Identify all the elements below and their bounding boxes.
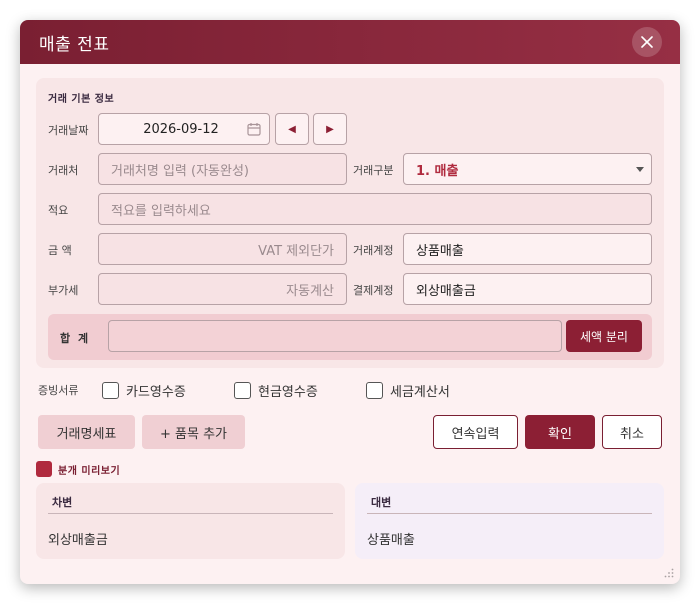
cash-receipt-checkbox[interactable]: 현금영수증 <box>234 381 318 400</box>
basic-info-panel: 거래 기본 정보 거래날짜 2026-09-12 ◀ ▶ 거래처 거래처명 입력… <box>36 78 664 368</box>
dialog-title: 매출 전표 <box>39 34 110 55</box>
continuous-input-button[interactable]: 연속입력 <box>433 415 518 449</box>
account-field[interactable]: 상품매출 <box>403 233 652 265</box>
account-label: 거래계정 <box>353 244 394 257</box>
partner-label: 거래처 <box>48 164 79 177</box>
total-input[interactable] <box>108 320 562 352</box>
checkbox-checked-icon <box>36 461 52 477</box>
type-select-value: 1. 매출 <box>416 163 459 179</box>
journal-preview-toggle[interactable]: 분개 미리보기 <box>36 461 120 477</box>
close-icon <box>641 36 653 48</box>
amount-label: 금 액 <box>48 244 72 257</box>
date-value: 2026-09-12 <box>143 121 219 137</box>
prev-date-button[interactable]: ◀ <box>275 113 309 145</box>
title-bar: 매출 전표 <box>20 20 680 64</box>
total-row: 합 계 세액 분리 <box>48 314 652 360</box>
next-date-button[interactable]: ▶ <box>313 113 347 145</box>
type-label: 거래구분 <box>353 164 394 177</box>
calendar-icon[interactable] <box>247 122 261 136</box>
triangle-right-icon: ▶ <box>326 123 334 135</box>
payment-label: 결제계정 <box>353 284 394 297</box>
card-receipt-checkbox[interactable]: 카드영수증 <box>102 381 186 400</box>
date-field[interactable]: 2026-09-12 <box>98 113 270 145</box>
cancel-button[interactable]: 취소 <box>602 415 662 449</box>
confirm-button[interactable]: 확인 <box>525 415 595 449</box>
checkbox-label: 현금영수증 <box>258 385 318 400</box>
close-button[interactable] <box>632 27 662 57</box>
total-label: 합 계 <box>60 332 91 345</box>
checkbox-icon <box>234 382 251 399</box>
amount-input[interactable]: VAT 제외단가 <box>98 233 347 265</box>
checkbox-label: 카드영수증 <box>126 385 186 400</box>
statement-button[interactable]: 거래명세표 <box>38 415 135 449</box>
divider <box>367 513 652 514</box>
add-item-button[interactable]: + 품목 추가 <box>142 415 245 449</box>
type-select[interactable]: 1. 매출 <box>403 153 652 185</box>
resize-grip-icon[interactable] <box>664 568 674 578</box>
credit-value: 상품매출 <box>367 533 415 548</box>
checkbox-label: 세금계산서 <box>390 385 450 400</box>
section-title: 거래 기본 정보 <box>48 94 115 105</box>
preview-toggle-label: 분개 미리보기 <box>58 465 121 477</box>
tax-invoice-checkbox[interactable]: 세금계산서 <box>366 381 450 400</box>
divider <box>48 513 333 514</box>
checkbox-icon <box>102 382 119 399</box>
memo-input[interactable]: 적요를 입력하세요 <box>98 193 652 225</box>
debit-card: 차변 외상매출금 <box>36 483 345 559</box>
vat-input[interactable]: 자동계산 <box>98 273 347 305</box>
split-tax-button[interactable]: 세액 분리 <box>566 320 642 352</box>
memo-label: 적요 <box>48 204 69 217</box>
triangle-left-icon: ◀ <box>288 123 296 135</box>
sales-voucher-dialog: 매출 전표 거래 기본 정보 거래날짜 2026-09-12 ◀ ▶ 거래처 거… <box>20 20 680 584</box>
debit-value: 외상매출금 <box>48 533 108 548</box>
chevron-down-icon <box>636 167 644 172</box>
credit-card: 대변 상품매출 <box>355 483 664 559</box>
payment-field[interactable]: 외상매출금 <box>403 273 652 305</box>
evidence-label: 증빙서류 <box>38 384 79 397</box>
debit-title: 차변 <box>52 496 73 509</box>
vat-label: 부가세 <box>48 284 79 297</box>
date-label: 거래날짜 <box>48 124 89 137</box>
credit-title: 대변 <box>371 496 392 509</box>
partner-input[interactable]: 거래처명 입력 (자동완성) <box>98 153 347 185</box>
checkbox-icon <box>366 382 383 399</box>
